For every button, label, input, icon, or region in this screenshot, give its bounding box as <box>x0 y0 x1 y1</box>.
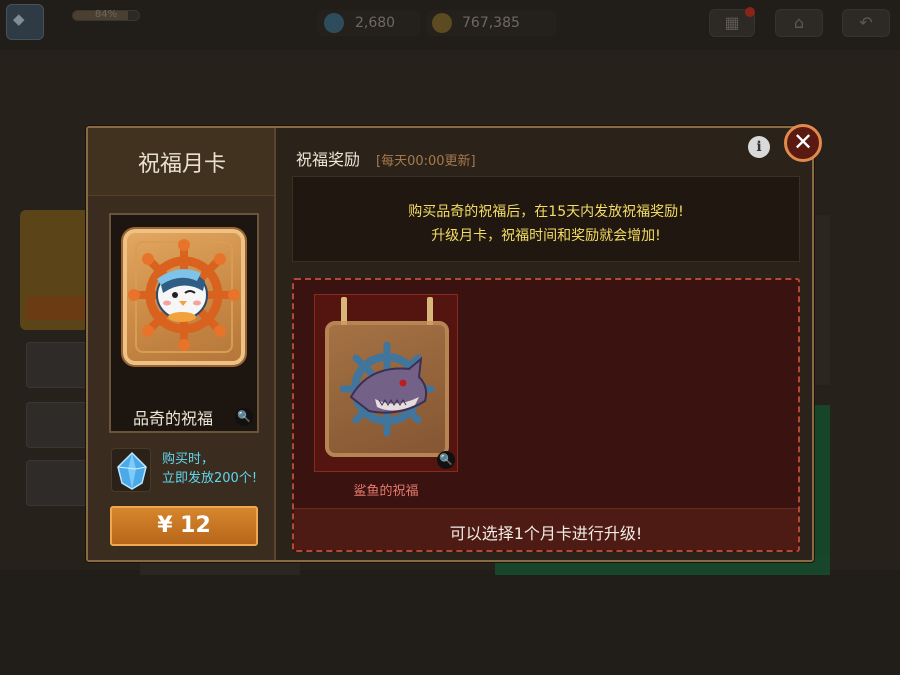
reward-title: 祝福奖励 <box>296 150 361 169</box>
gem-icon <box>324 13 344 33</box>
gem-bonus-line-1: 购买时， <box>162 452 215 467</box>
info-button[interactable]: i <box>748 136 770 158</box>
home-button[interactable]: ⌂ <box>775 9 823 37</box>
blessing-card-dialog: 祝福月卡 品奇的祝福 🔍 购买时， 立即发放200个! ¥ 12 祝福奖励 [每… <box>86 124 822 562</box>
notice-line-2: 升级月卡，祝福时间和奖励就会增加! <box>431 228 661 244</box>
upgrade-card-name: 鲨鱼的祝福 <box>353 484 419 499</box>
gold-count: 767,385 <box>462 15 520 31</box>
shark-plaque <box>325 321 449 457</box>
gem-reward-icon-box <box>111 448 151 492</box>
notification-dot <box>745 7 755 17</box>
gem-bonus-note: 购买时， 立即发放200个! <box>162 450 274 488</box>
card-portrait[interactable]: 品奇的祝福 🔍 <box>109 213 259 433</box>
penguin-wheel-icon <box>128 239 240 351</box>
background-menu-item <box>26 402 90 448</box>
upgrade-hint-bar: 可以选择1个月卡进行升级! <box>294 508 798 550</box>
magnifier-icon[interactable]: 🔍 <box>235 408 253 426</box>
xp-progress-label: 84% <box>94 9 118 20</box>
home-icon: ⌂ <box>793 13 805 32</box>
grid-icon: ▦ <box>724 13 740 32</box>
reward-notice-box: 购买品奇的祝福后，在15天内发放祝福奖励! 升级月卡，祝福时间和奖励就会增加! <box>292 176 800 262</box>
blue-gem-icon <box>117 451 147 490</box>
upgrade-hint: 可以选择1个月卡进行升级! <box>449 524 643 543</box>
back-arrow-icon: ↶ <box>859 13 873 32</box>
background-event-label <box>26 296 86 320</box>
gem-count: 2,680 <box>355 15 396 31</box>
back-button[interactable]: ↶ <box>842 9 890 37</box>
background-menu-item <box>26 460 90 506</box>
magnifier-icon[interactable]: 🔍 <box>437 451 455 469</box>
background-menu-item <box>26 342 90 388</box>
shark-wheel-icon <box>339 341 435 437</box>
logo-icon: ◆ <box>13 10 25 28</box>
notice-line-1: 购买品奇的祝福后，在15天内发放祝福奖励! <box>408 204 684 220</box>
reward-refresh-note: [每天00:00更新] <box>376 154 476 169</box>
card-name: 品奇的祝福 <box>132 409 213 428</box>
gold-coin-icon <box>432 13 452 33</box>
upgrade-card-shark[interactable]: 🔍 <box>314 294 458 472</box>
card-info-panel: 祝福月卡 品奇的祝福 🔍 购买时， 立即发放200个! ¥ 12 <box>88 128 276 560</box>
upgrade-selection-area: 🔍 鲨鱼的祝福 可以选择1个月卡进行升级! <box>292 278 800 552</box>
close-button[interactable]: ✕ <box>784 124 822 162</box>
gem-bonus-line-2: 立即发放200个! <box>162 471 258 486</box>
game-logo[interactable] <box>6 4 44 40</box>
card-title: 祝福月卡 <box>137 152 226 177</box>
pinky-plaque <box>123 229 245 365</box>
buy-button[interactable]: ¥ 12 <box>110 506 258 546</box>
